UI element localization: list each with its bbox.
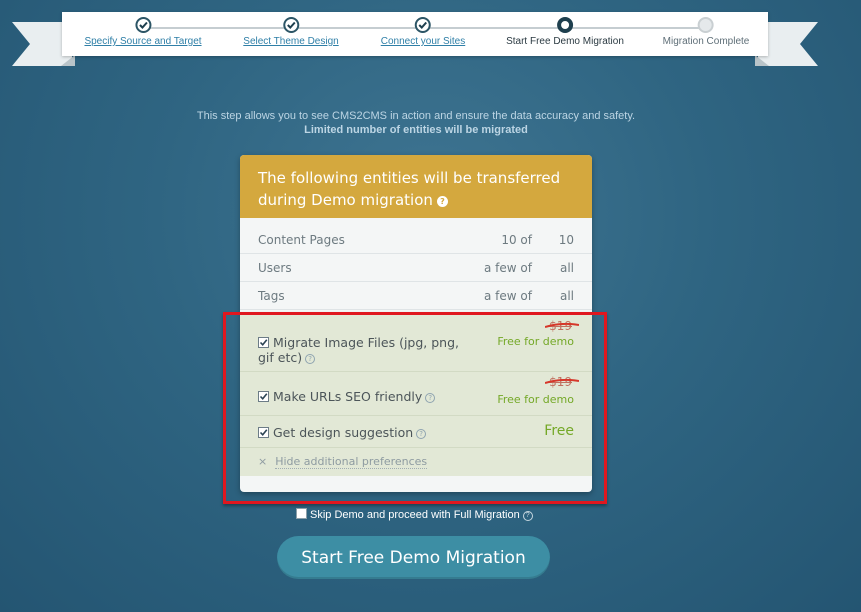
help-icon[interactable]: ?	[522, 511, 533, 521]
step-label: Migration Complete	[662, 36, 750, 47]
entity-count: 10 of	[501, 233, 532, 247]
intro-line: This step allows you to see CMS2CMS in a…	[196, 110, 636, 122]
entity-name: Users	[258, 261, 292, 275]
check-icon	[134, 17, 151, 33]
step-label[interactable]: Specify Source and Target	[84, 36, 201, 47]
entity-total: 10	[558, 233, 574, 247]
skip-demo-option[interactable]: Skip Demo and proceed with Full Migratio…	[296, 508, 533, 521]
intro-text: This step allows you to see CMS2CMS in a…	[0, 109, 832, 137]
entity-count: a few of	[484, 261, 532, 275]
step-label[interactable]: Select Theme Design	[243, 36, 338, 47]
check-icon	[282, 17, 299, 33]
entity-total: all	[559, 289, 574, 303]
entity-name: Tags	[258, 289, 285, 303]
entity-count: a few of	[484, 289, 532, 303]
entity-row: Content Pages 10 of 10	[240, 226, 592, 254]
entity-list: Content Pages 10 of 10 Users a few of al…	[240, 218, 592, 310]
step-specify-source[interactable]: Specify Source and Target	[84, 17, 202, 47]
card-header: The following entities will be transferr…	[240, 155, 592, 218]
help-icon[interactable]: ?	[436, 196, 448, 207]
current-step-icon	[556, 17, 573, 33]
step-select-theme[interactable]: Select Theme Design	[243, 17, 339, 47]
step-label: Start Free Demo Migration	[506, 36, 624, 47]
entity-total: all	[559, 261, 574, 275]
check-icon	[415, 17, 431, 33]
entity-row: Users a few of all	[240, 254, 592, 282]
start-demo-button[interactable]: Start Free Demo Migration	[277, 536, 550, 579]
step-start-demo: Start Free Demo Migration	[506, 17, 624, 47]
entity-name: Content Pages	[258, 233, 345, 247]
highlight-box	[223, 312, 607, 504]
skip-demo-label[interactable]: Skip Demo and proceed with Full Migratio…	[310, 509, 520, 521]
entity-row: Tags a few of all	[240, 282, 592, 310]
intro-line-bold: Limited number of entities will be migra…	[304, 124, 528, 136]
step-migration-complete: Migration Complete	[662, 17, 750, 47]
progress-stepper: Specify Source and Target Select Theme D…	[62, 12, 768, 56]
skip-demo-checkbox[interactable]	[296, 508, 307, 519]
step-label[interactable]: Connect your Sites	[381, 36, 466, 47]
card-title: The following entities will be transferr…	[258, 169, 561, 209]
pending-step-icon	[698, 17, 714, 33]
step-connect-sites[interactable]: Connect your Sites	[381, 17, 466, 47]
